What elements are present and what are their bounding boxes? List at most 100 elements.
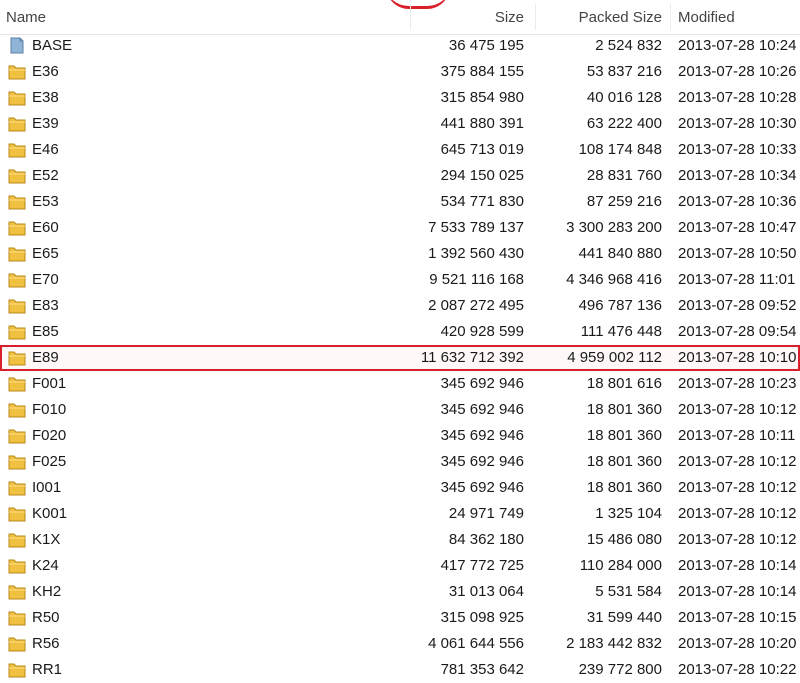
folder-icon: [8, 401, 26, 418]
row-name: E38: [32, 89, 59, 106]
row-name: E36: [32, 63, 59, 80]
row-name: E52: [32, 167, 59, 184]
row-modified: 2013-07-28 10:33: [678, 141, 797, 158]
row-packed-size: 18 801 360: [586, 453, 662, 470]
table-row[interactable]: E83 2 087 272 495 496 787 136 2013-07-28 09…: [0, 293, 800, 319]
row-name: R50: [32, 609, 60, 626]
table-row-selected[interactable]: E89 11 632 712 392 4 959 002 112 2013-07-28…: [0, 345, 800, 371]
table-row[interactable]: E39 441 880 391 63 222 400 2013-07-28 10:30: [0, 111, 800, 137]
row-size: 645 713 019: [440, 141, 524, 158]
table-row[interactable]: E60 7 533 789 137 3 300 283 200 2013-07-28 …: [0, 215, 800, 241]
row-size: 420 928 599: [440, 323, 524, 340]
row-modified: 2013-07-28 09:54: [678, 323, 797, 340]
row-modified: 2013-07-28 10:14: [678, 583, 797, 600]
row-size: 84 362 180: [448, 531, 524, 548]
column-header-name[interactable]: Name: [6, 9, 46, 26]
table-row[interactable]: R56 4 061 644 556 2 183 442 832 2013-07-28 …: [0, 631, 800, 657]
row-name: E85: [32, 323, 59, 340]
row-name: E46: [32, 141, 59, 158]
row-packed-size: 2 183 442 832: [566, 635, 662, 652]
table-row[interactable]: F025 345 692 946 18 801 360 2013-07-28 10:1…: [0, 449, 800, 475]
row-size: 345 692 946: [440, 427, 524, 444]
row-packed-size: 3 300 283 200: [566, 219, 662, 236]
row-modified: 2013-07-28 10:30: [678, 115, 797, 132]
row-modified: 2013-07-28 10:50: [678, 245, 797, 262]
row-name: E83: [32, 297, 59, 314]
folder-icon: [8, 297, 26, 314]
table-row[interactable]: E52 294 150 025 28 831 760 2013-07-28 10:34: [0, 163, 800, 189]
row-name: BASE: [32, 37, 73, 54]
table-row[interactable]: RR1 781 353 642 239 772 800 2013-07-28 10:2…: [0, 657, 800, 683]
table-row[interactable]: F010 345 692 946 18 801 360 2013-07-28 10:1…: [0, 397, 800, 423]
row-modified: 2013-07-28 10:12: [678, 531, 797, 548]
folder-icon: [8, 115, 26, 132]
table-row[interactable]: E36 375 884 155 53 837 216 2013-07-28 10:26: [0, 59, 800, 85]
row-name: K1X: [32, 531, 61, 548]
row-size: 24 971 749: [448, 505, 524, 522]
row-size: 345 692 946: [440, 375, 524, 392]
folder-icon: [8, 609, 26, 626]
folder-icon: [8, 453, 26, 470]
row-size: 31 013 064: [448, 583, 524, 600]
folder-icon: [8, 635, 26, 652]
row-modified: 2013-07-28 10:15: [678, 609, 797, 626]
table-row[interactable]: E65 1 392 560 430 441 840 880 2013-07-28 10…: [0, 241, 800, 267]
row-packed-size: 40 016 128: [586, 89, 662, 106]
table-row[interactable]: E46 645 713 019 108 174 848 2013-07-28 10:3…: [0, 137, 800, 163]
row-name: E60: [32, 219, 59, 236]
row-modified: 2013-07-28 10:26: [678, 63, 797, 80]
table-row[interactable]: K24 417 772 725 110 284 000 2013-07-28 10:1…: [0, 553, 800, 579]
column-header-size[interactable]: Size: [420, 9, 524, 26]
row-modified: 2013-07-28 10:47: [678, 219, 797, 236]
table-row[interactable]: E53 534 771 830 87 259 216 2013-07-28 10:36: [0, 189, 800, 215]
row-size: 294 150 025: [440, 167, 524, 184]
table-row[interactable]: K001 24 971 749 1 325 104 2013-07-28 10:12: [0, 501, 800, 527]
table-row[interactable]: F001 345 692 946 18 801 616 2013-07-28 10:2…: [0, 371, 800, 397]
row-size: 534 771 830: [440, 193, 524, 210]
table-row[interactable]: R50 315 098 925 31 599 440 2013-07-28 10:15: [0, 605, 800, 631]
row-modified: 2013-07-28 10:34: [678, 167, 797, 184]
row-size: 781 353 642: [440, 661, 524, 678]
file-icon: [8, 37, 26, 54]
row-name: K24: [32, 557, 59, 574]
table-row[interactable]: BASE 36 475 195 2 524 832 2013-07-28 10:24: [0, 33, 800, 59]
table-row[interactable]: E85 420 928 599 111 476 448 2013-07-28 09:5…: [0, 319, 800, 345]
row-packed-size: 31 599 440: [586, 609, 662, 626]
table-row[interactable]: KH2 31 013 064 5 531 584 2013-07-28 10:14: [0, 579, 800, 605]
row-packed-size: 441 840 880: [578, 245, 662, 262]
row-size: 345 692 946: [440, 479, 524, 496]
row-packed-size: 18 801 360: [586, 479, 662, 496]
row-packed-size: 110 284 000: [579, 557, 662, 574]
table-row[interactable]: E38 315 854 980 40 016 128 2013-07-28 10:28: [0, 85, 800, 111]
row-modified: 2013-07-28 10:12: [678, 505, 797, 522]
row-name: RR1: [32, 661, 63, 678]
row-size: 315 098 925: [440, 609, 524, 626]
highlight-annotation-arc: [386, 0, 450, 9]
table-row[interactable]: F020 345 692 946 18 801 360 2013-07-28 10:1…: [0, 423, 800, 449]
folder-icon: [8, 427, 26, 444]
table-row[interactable]: I001 345 692 946 18 801 360 2013-07-28 10:1…: [0, 475, 800, 501]
folder-icon: [8, 323, 26, 340]
folder-icon: [8, 661, 26, 678]
table-row[interactable]: K1X 84 362 180 15 486 080 2013-07-28 10:12: [0, 527, 800, 553]
row-packed-size: 18 801 616: [586, 375, 662, 392]
row-packed-size: 4 959 002 112: [567, 349, 662, 366]
column-divider[interactable]: [535, 4, 536, 30]
row-modified: 2013-07-28 10:12: [678, 479, 797, 496]
row-size: 7 533 789 137: [428, 219, 524, 236]
table-row[interactable]: E70 9 521 116 168 4 346 968 416 2013-07-28 …: [0, 267, 800, 293]
folder-icon: [8, 193, 26, 210]
column-header-packed-size[interactable]: Packed Size: [545, 9, 662, 26]
row-modified: 2013-07-28 09:52: [678, 297, 797, 314]
column-divider[interactable]: [670, 4, 671, 30]
row-name: E39: [32, 115, 59, 132]
column-divider[interactable]: [410, 4, 411, 30]
folder-icon: [8, 89, 26, 106]
row-modified: 2013-07-28 10:28: [678, 89, 797, 106]
column-header-modified[interactable]: Modified: [678, 9, 735, 26]
row-size: 345 692 946: [440, 401, 524, 418]
folder-icon: [8, 479, 26, 496]
folder-icon: [8, 557, 26, 574]
row-size: 36 475 195: [448, 37, 524, 54]
row-modified: 2013-07-28 10:23: [678, 375, 797, 392]
